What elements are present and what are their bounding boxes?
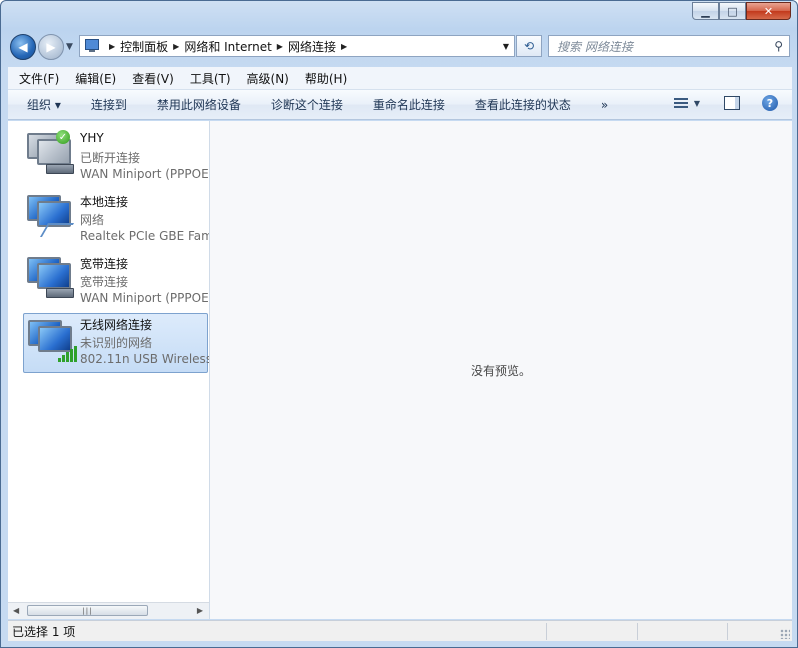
resize-grip[interactable]	[780, 629, 790, 639]
connection-name: YHY	[80, 131, 104, 145]
scroll-right-icon[interactable]: ▶	[197, 606, 203, 615]
change-view-icon[interactable]	[673, 97, 688, 109]
connections-list: ✓ YHY 已断开连接 WAN Miniport (PPPOE) 本地连接 网络…	[8, 121, 210, 619]
search-placeholder: 搜索 网络连接	[557, 39, 633, 54]
command-bar: 组织 ▾ 连接到 禁用此网络设备 诊断这个连接 重命名此连接 查看此连接的状态 …	[8, 90, 792, 120]
back-arrow-icon: ◀	[18, 40, 28, 54]
ethernet-icon	[24, 193, 75, 237]
list-item-selected[interactable]: 无线网络连接 未识别的网络 802.11n USB Wireless	[23, 313, 210, 373]
horizontal-scrollbar[interactable]: ◀ ||| ▶	[8, 602, 209, 619]
menu-edit[interactable]: 编辑(E)	[64, 70, 121, 87]
menu-advanced[interactable]: 高级(N)	[236, 70, 294, 87]
menu-bar: 文件(F) 编辑(E) 查看(V) 工具(T) 高级(N) 帮助(H)	[8, 67, 792, 90]
rename-button[interactable]: 重命名此连接	[358, 96, 460, 113]
disable-device-button[interactable]: 禁用此网络设备	[142, 96, 256, 113]
status-bar: 已选择 1 项	[8, 620, 792, 641]
menu-view[interactable]: 查看(V)	[121, 70, 179, 87]
refresh-button[interactable]: ⟲	[516, 35, 542, 57]
connect-to-button[interactable]: 连接到	[76, 96, 142, 113]
recent-pages-dropdown[interactable]: ▼	[66, 42, 73, 52]
breadcrumb-control-panel[interactable]: 控制面板	[120, 38, 168, 55]
status-separator	[546, 623, 547, 640]
search-input[interactable]: 搜索 网络连接 ⚲	[548, 35, 790, 57]
connection-name: 无线网络连接	[80, 318, 153, 332]
dialup-connected-icon: ✓	[24, 130, 74, 175]
toolbar-right-group: ▼ ?	[673, 95, 778, 111]
connection-name: 宽带连接	[80, 257, 129, 271]
explorer-window: ▁ □ ✕ ◀ ▶ ▼ ▶ 控制面板 ▶ 网络和 Internet ▶ 网络连接…	[0, 0, 798, 648]
preview-pane-icon[interactable]	[724, 96, 740, 110]
breadcrumb-network-internet[interactable]: 网络和 Internet	[184, 38, 271, 55]
control-panel-icon	[84, 38, 100, 54]
preview-pane: 没有预览。	[210, 121, 792, 619]
connection-status: 已断开连接	[80, 151, 141, 165]
more-commands-button[interactable]: »	[586, 98, 623, 112]
list-item[interactable]: 宽带连接 宽带连接 WAN Miniport (PPPOE)	[8, 247, 210, 307]
forward-arrow-icon: ▶	[46, 40, 56, 54]
no-preview-text: 没有预览。	[470, 364, 531, 378]
address-bar[interactable]: ▶ 控制面板 ▶ 网络和 Internet ▶ 网络连接 ▶ ▼	[79, 35, 515, 57]
breadcrumb-arrow-icon[interactable]: ▶	[341, 42, 347, 51]
scroll-thumb[interactable]: |||	[27, 605, 148, 616]
menu-file[interactable]: 文件(F)	[8, 70, 64, 87]
connection-device: WAN Miniport (PPPOE)	[80, 291, 210, 305]
breadcrumb-arrow-icon[interactable]: ▶	[109, 42, 115, 51]
connection-device: WAN Miniport (PPPOE)	[80, 167, 210, 181]
connection-status: 未识别的网络	[80, 336, 153, 350]
connection-device: Realtek PCIe GBE Family	[80, 229, 209, 243]
menu-help[interactable]: 帮助(H)	[294, 70, 352, 87]
organize-button[interactable]: 组织 ▾	[8, 96, 76, 113]
connection-status: 网络	[80, 213, 105, 227]
address-history-dropdown[interactable]: ▼	[503, 42, 509, 51]
scroll-left-icon[interactable]: ◀	[13, 606, 19, 615]
caption-buttons: ▁ □ ✕	[692, 2, 791, 20]
help-icon[interactable]: ?	[762, 95, 778, 111]
menu-tools[interactable]: 工具(T)	[179, 70, 236, 87]
status-text: 已选择 1 项	[12, 624, 76, 639]
status-separator	[637, 623, 638, 640]
refresh-icon: ⟲	[523, 39, 535, 53]
forward-button[interactable]: ▶	[38, 34, 64, 60]
list-item[interactable]: 本地连接 网络 Realtek PCIe GBE Family	[8, 185, 209, 245]
status-separator	[727, 623, 728, 640]
breadcrumb-arrow-icon[interactable]: ▶	[277, 42, 283, 51]
connection-status: 宽带连接	[80, 275, 129, 289]
back-button[interactable]: ◀	[10, 34, 36, 60]
view-status-button[interactable]: 查看此连接的状态	[460, 96, 586, 113]
close-button[interactable]: ✕	[746, 2, 791, 20]
list-item[interactable]: ✓ YHY 已断开连接 WAN Miniport (PPPOE)	[8, 123, 210, 183]
view-options-dropdown[interactable]: ▼	[694, 99, 700, 108]
breadcrumb-arrow-icon[interactable]: ▶	[173, 42, 179, 51]
search-icon[interactable]: ⚲	[774, 39, 783, 53]
minimize-button[interactable]: ▁	[692, 2, 719, 20]
breadcrumb-network-connections[interactable]: 网络连接	[288, 38, 336, 55]
connection-name: 本地连接	[80, 195, 129, 209]
dialup-icon	[24, 255, 74, 299]
wireless-icon	[25, 318, 77, 362]
connection-device: 802.11n USB Wireless	[80, 352, 210, 366]
maximize-button[interactable]: □	[719, 2, 746, 20]
diagnose-button[interactable]: 诊断这个连接	[256, 96, 358, 113]
